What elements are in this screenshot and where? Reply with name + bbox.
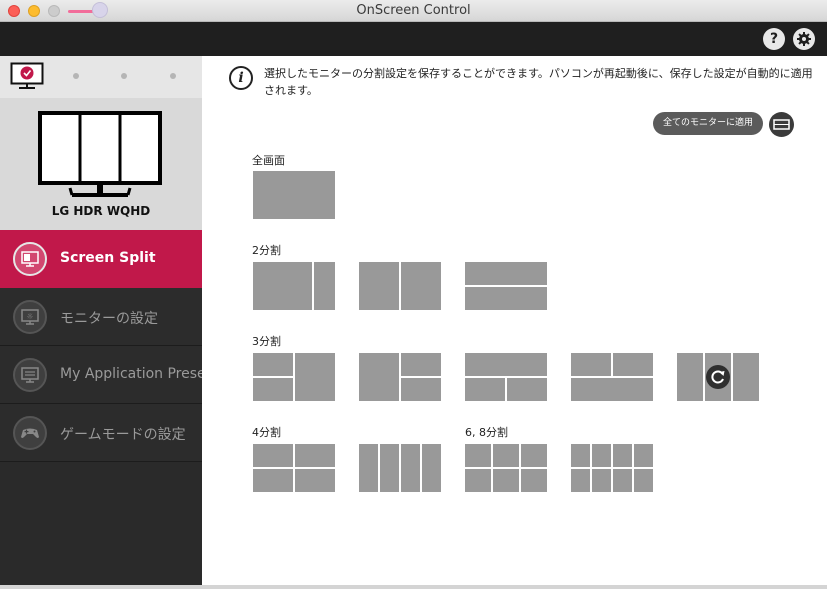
- info-icon: i: [229, 66, 253, 90]
- nav-label: Screen Split: [60, 250, 156, 266]
- layout-3-columns[interactable]: [677, 353, 759, 401]
- nav-app-preset[interactable]: My Application Preset: [0, 346, 211, 404]
- app-preset-icon: [13, 358, 47, 392]
- gear-icon: [797, 32, 811, 46]
- nav-screen-split[interactable]: Screen Split: [0, 230, 202, 288]
- layout-3-bottom-full[interactable]: [571, 353, 653, 401]
- layout-4-grid[interactable]: [253, 444, 335, 492]
- layout-2-rows[interactable]: [465, 262, 547, 310]
- layout-6-grid[interactable]: [465, 444, 547, 492]
- layout-3-left-stack[interactable]: [253, 353, 335, 401]
- layout-4-columns[interactable]: [359, 444, 441, 492]
- nav-game-mode[interactable]: ゲームモードの設定: [0, 404, 202, 462]
- help-button[interactable]: ?: [763, 28, 785, 50]
- monitor-settings-icon: ☼: [13, 300, 47, 334]
- monitor-tab-dot[interactable]: [170, 73, 176, 79]
- monitor-icon: [773, 119, 790, 130]
- gamepad-icon: [13, 416, 47, 450]
- nav-label: モニターの設定: [60, 311, 158, 327]
- apply-monitor-icon-button[interactable]: [769, 112, 794, 137]
- sidebar: LG HDR WQHD Screen Split ☼ モニターの設定 My Ap…: [0, 56, 211, 589]
- monitor-check-icon: [10, 62, 44, 89]
- monitor-tabs: [0, 56, 202, 98]
- monitor-preview: LG HDR WQHD: [0, 98, 202, 230]
- section-label-four: 4分割: [252, 426, 281, 439]
- section-label-two: 2分割: [252, 244, 281, 257]
- svg-text:☼: ☼: [26, 312, 33, 321]
- main-panel: i 選択したモニターの分割設定を保存することができます。パソコンが再起動後に、保…: [202, 56, 827, 585]
- layout-8-grid[interactable]: [571, 444, 653, 492]
- apply-all-monitors-button[interactable]: 全てのモニターに適用: [653, 112, 763, 135]
- nav-monitor-settings[interactable]: ☼ モニターの設定: [0, 288, 202, 346]
- screen-split-icon: [13, 242, 47, 276]
- section-label-three: 3分割: [252, 335, 281, 348]
- rotate-icon[interactable]: [706, 365, 730, 389]
- nav-label: ゲームモードの設定: [60, 427, 186, 443]
- info-text: 選択したモニターの分割設定を保存することができます。パソコンが再起動後に、保存し…: [264, 67, 813, 97]
- top-toolbar: ?: [0, 22, 827, 56]
- monitor-tab-dot[interactable]: [73, 73, 79, 79]
- layout-full[interactable]: [253, 171, 335, 219]
- monitor-tab-dot[interactable]: [121, 73, 127, 79]
- window-bottom-edge: [0, 585, 827, 589]
- monitor-split-preview: [38, 111, 162, 197]
- window-title: OnScreen Control: [356, 3, 471, 18]
- section-label-six-eight: 6, 8分割: [465, 426, 508, 439]
- monitor-name: LG HDR WQHD: [51, 204, 151, 218]
- layout-2-wide-left[interactable]: [253, 262, 335, 310]
- layout-2-columns[interactable]: [359, 262, 441, 310]
- settings-button[interactable]: [793, 28, 815, 50]
- layout-3-top-full[interactable]: [465, 353, 547, 401]
- nav-label: My Application Preset: [60, 366, 212, 382]
- section-label-full: 全画面: [252, 154, 285, 167]
- layout-3-right-stack[interactable]: [359, 353, 441, 401]
- title-bar: OnScreen Control: [0, 0, 827, 22]
- monitor-tab-active[interactable]: [10, 62, 44, 90]
